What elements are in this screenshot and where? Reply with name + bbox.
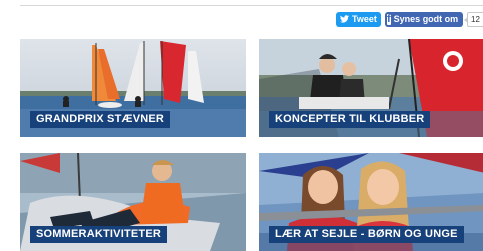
- like-count: 12: [464, 11, 483, 27]
- page: Tweet f Synes godt om 12 GRANDPRIX STÆVN…: [0, 0, 483, 251]
- tile-grandprix[interactable]: GRANDPRIX STÆVNER: [20, 39, 246, 137]
- twitter-bird-icon: [340, 15, 349, 23]
- tile-sommeraktiviteter[interactable]: SOMMERAKTIVITETER: [20, 153, 246, 251]
- tile-grandprix-label: GRANDPRIX STÆVNER: [30, 111, 171, 128]
- facebook-like-label: Synes godt om: [393, 14, 459, 24]
- facebook-like-button[interactable]: f Synes godt om: [385, 11, 463, 27]
- tile-koncepter[interactable]: KONCEPTER TIL KLUBBER: [259, 39, 483, 137]
- facebook-icon: f: [387, 12, 391, 25]
- tile-koncepter-label: KONCEPTER TIL KLUBBER: [269, 111, 431, 128]
- tile-laer-at-sejle-label: LÆR AT SEJLE - BØRN OG UNGE: [269, 226, 464, 243]
- tile-sommeraktiviteter-label: SOMMERAKTIVITETER: [30, 226, 168, 243]
- tweet-label: Tweet: [352, 14, 377, 24]
- tweet-button[interactable]: Tweet: [336, 11, 381, 27]
- divider: [20, 5, 483, 6]
- tile-laer-at-sejle[interactable]: LÆR AT SEJLE - BØRN OG UNGE: [259, 153, 483, 251]
- social-bar: Tweet f Synes godt om 12: [336, 11, 483, 27]
